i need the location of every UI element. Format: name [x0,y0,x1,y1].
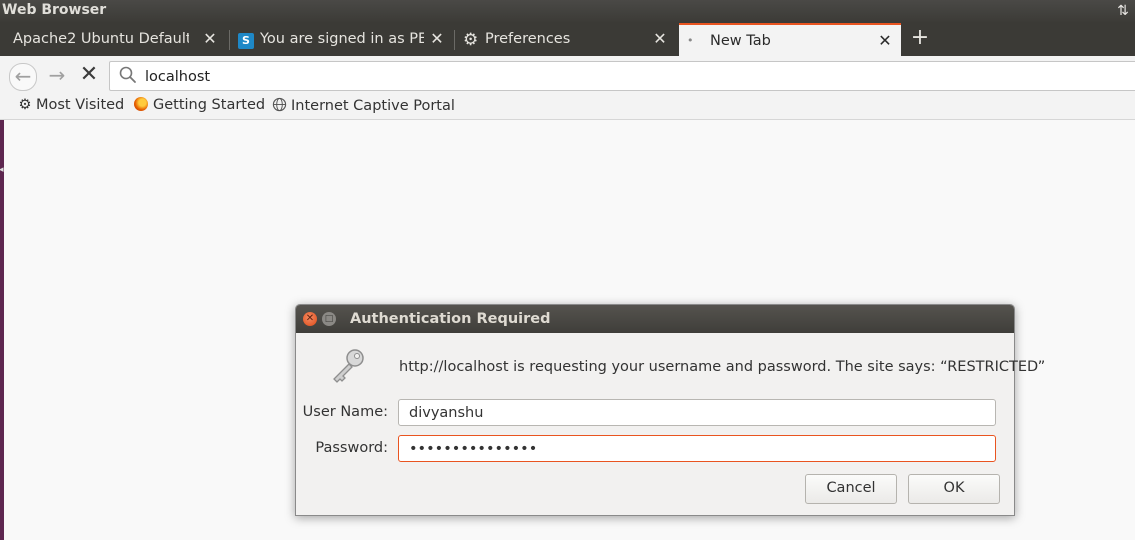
bookmark-getting-started[interactable]: Getting Started [134,97,265,117]
dialog-message: http://localhost is requesting your user… [399,359,1046,375]
key-icon [333,349,364,383]
globe-icon [272,97,287,112]
window-title: Web Browser [2,2,107,18]
authentication-dialog: ✕ □ Authentication Required http://local… [295,304,1045,516]
s-badge-icon: S [238,33,254,49]
firefox-icon [134,97,148,111]
network-arrows-icon[interactable]: ⇅ [1115,2,1131,20]
tab-label: Preferences [485,31,571,47]
dialog-close-icon[interactable]: ✕ [303,312,317,326]
dialog-titlebar: ✕ □ Authentication Required [296,305,1014,333]
cancel-button[interactable]: Cancel [805,474,897,504]
bookmark-most-visited[interactable]: ⚙ Most Visited [17,97,125,117]
tab-divider [454,30,455,50]
bookmark-label: Internet Captive Portal [291,98,455,114]
launcher-edge: ◂ [0,120,4,540]
bookmarks-toolbar: ⚙ Most Visited Getting Started Internet C… [0,96,1135,120]
new-tab-button[interactable]: + [908,24,932,52]
tab-close-icon[interactable]: ✕ [877,31,893,51]
window-titlebar: Web Browser ⇅ [0,0,1135,22]
tab-strip: Apache2 Ubuntu Default Pa ✕ S You are si… [0,22,1135,58]
url-bar[interactable] [109,61,1135,91]
password-label: Password: [315,440,388,456]
gear-icon: ⚙ [463,30,479,50]
password-field[interactable] [398,435,996,462]
navigation-toolbar: ← → ✕ [0,56,1135,96]
tab-close-icon[interactable]: ✕ [202,29,218,49]
tab-close-icon[interactable]: ✕ [652,29,668,49]
back-arrow-icon: ← [14,64,32,88]
forward-arrow-icon: → [48,63,66,87]
tab-preferences[interactable]: ⚙ Preferences ✕ [456,25,676,56]
search-icon [119,66,136,83]
username-field[interactable] [398,399,996,426]
tab-apache-default[interactable]: Apache2 Ubuntu Default Pa ✕ [0,25,226,56]
tab-label: New Tab [710,33,771,49]
gear-icon: ⚙ [18,97,32,113]
loading-dot-icon: • [687,34,694,47]
username-label: User Name: [302,404,388,420]
back-button[interactable]: ← [9,63,37,91]
bookmark-label: Getting Started [153,97,266,113]
dialog-title: Authentication Required [350,311,551,327]
tab-label: You are signed in as PES [260,31,424,47]
tab-close-icon[interactable]: ✕ [429,29,445,49]
bookmark-label: Most Visited [36,97,125,113]
bookmark-internet-captive-portal[interactable]: Internet Captive Portal [272,97,455,117]
url-input[interactable] [143,65,1047,89]
tab-new-tab[interactable]: • New Tab ✕ [679,23,901,58]
dialog-maximize-icon[interactable]: □ [322,312,336,326]
stop-x-icon: ✕ [79,62,99,87]
launcher-arrow-icon: ◂ [0,165,4,175]
ok-button[interactable]: OK [908,474,1000,504]
tab-signed-in[interactable]: S You are signed in as PES ✕ [231,25,453,56]
tab-label: Apache2 Ubuntu Default Pa [13,31,189,47]
tab-divider [229,30,230,50]
stop-button[interactable]: ✕ [76,63,102,89]
forward-button[interactable]: → [44,63,70,89]
